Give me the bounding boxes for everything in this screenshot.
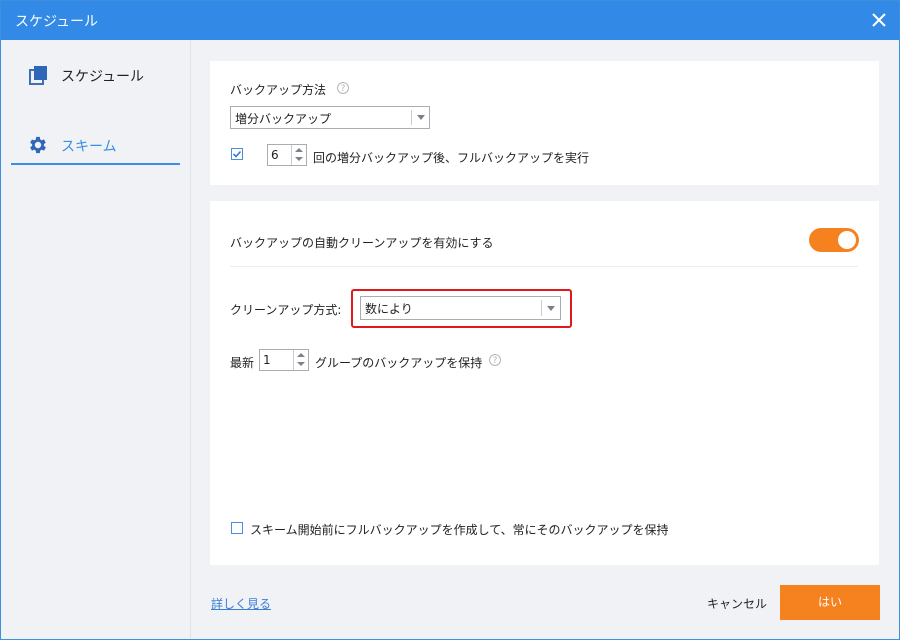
auto-cleanup-toggle[interactable] bbox=[809, 228, 859, 252]
cleanup-method-label: クリーンアップ方式: bbox=[230, 303, 342, 317]
sidebar-item-scheme[interactable]: スキーム bbox=[11, 127, 180, 165]
chevron-down-icon bbox=[417, 115, 425, 120]
backup-method-label: バックアップ方法 bbox=[230, 83, 327, 97]
divider bbox=[230, 266, 858, 267]
cancel-button[interactable]: キャンセル bbox=[707, 595, 767, 612]
cleanup-panel: バックアップの自動クリーンアップを有効にする クリーンアップ方式: 数により 最… bbox=[210, 201, 879, 565]
stepper-down-icon[interactable] bbox=[295, 157, 303, 161]
latest-label: 最新 bbox=[230, 356, 255, 370]
cleanup-method-select[interactable]: 数により bbox=[360, 296, 561, 320]
close-icon[interactable] bbox=[869, 10, 889, 30]
stepper-up-icon[interactable] bbox=[297, 353, 305, 357]
help-icon[interactable]: ? bbox=[337, 82, 349, 94]
details-link[interactable]: 詳しく見る bbox=[211, 595, 271, 612]
copy-icon bbox=[29, 66, 47, 85]
full-before-checkbox[interactable] bbox=[231, 522, 243, 534]
toggle-knob bbox=[838, 231, 856, 249]
window-title: スケジュール bbox=[15, 14, 99, 30]
full-after-count-value: 6 bbox=[271, 148, 279, 162]
full-after-count-stepper[interactable]: 6 bbox=[267, 144, 307, 166]
help-icon[interactable]: ? bbox=[489, 354, 501, 366]
keep-group-label: グループのバックアップを保持 bbox=[315, 356, 483, 370]
backup-method-panel: バックアップ方法 ? 増分バックアップ 6 回の増分バックアップ後、フルバックア… bbox=[210, 61, 879, 185]
gear-icon bbox=[30, 136, 46, 154]
stepper-down-icon[interactable] bbox=[297, 362, 305, 366]
sidebar-item-label: スケジュール bbox=[61, 69, 145, 85]
latest-count-stepper[interactable]: 1 bbox=[259, 349, 309, 371]
cleanup-method-value: 数により bbox=[365, 302, 413, 316]
auto-cleanup-label: バックアップの自動クリーンアップを有効にする bbox=[230, 236, 494, 250]
schedule-dialog: スケジュール スケジュール スキーム バックアップ方法 ? 増分バックアップ 6… bbox=[0, 0, 900, 640]
backup-method-value: 増分バックアップ bbox=[235, 112, 332, 126]
stepper-up-icon[interactable] bbox=[295, 148, 303, 152]
full-after-label: 回の増分バックアップ後、フルバックアップを実行 bbox=[313, 151, 590, 165]
sidebar-item-label: スキーム bbox=[61, 139, 117, 155]
full-backup-checkbox[interactable] bbox=[231, 148, 243, 160]
latest-count-value: 1 bbox=[263, 353, 271, 367]
ok-button[interactable]: はい bbox=[780, 585, 880, 620]
sidebar-item-schedule[interactable]: スケジュール bbox=[11, 57, 180, 93]
full-before-label: スキーム開始前にフルバックアップを作成して、常にそのバックアップを保持 bbox=[250, 523, 669, 537]
sidebar: スケジュール スキーム bbox=[1, 40, 191, 639]
backup-method-select[interactable]: 増分バックアップ bbox=[230, 106, 430, 129]
title-bar: スケジュール bbox=[1, 1, 899, 40]
chevron-down-icon bbox=[547, 306, 555, 311]
